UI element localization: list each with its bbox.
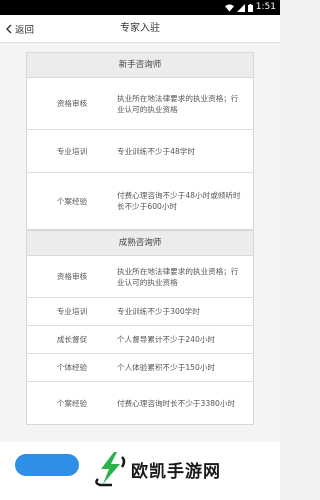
row-label: 资格审核 xyxy=(56,99,88,108)
novice-counselor-card: 新手咨询师 资格审核 执业所在地法律要求的执业资格；行业认可的执业资格 专业培训… xyxy=(26,52,254,230)
table-row: 个案经验 付费心理咨询时长不少于3380小时 xyxy=(27,382,253,424)
signal-icon xyxy=(236,3,245,12)
table-row: 专业培训 专业训练不少于300学时 xyxy=(27,298,253,326)
experienced-counselor-card: 成熟咨询师 资格审核 执业所在地法律要求的执业资格；行业认可的执业资格 专业培训… xyxy=(26,230,254,425)
row-label: 专业培训 xyxy=(56,307,88,316)
row-value: 专业训练不少于300学时 xyxy=(117,307,200,316)
row-label: 成长督促 xyxy=(56,335,88,344)
battery-icon xyxy=(247,3,253,12)
table-row: 资格审核 执业所在地法律要求的执业资格；行业认可的执业资格 xyxy=(27,78,253,130)
row-value: 个人体验累积不少于150小时 xyxy=(117,363,216,372)
status-icons: 1:51 xyxy=(224,0,276,15)
row-label: 个体经验 xyxy=(56,363,88,372)
row-value: 个人督导累计不少于240小时 xyxy=(117,335,216,344)
nav-bar: 返回 专家入驻 xyxy=(0,15,280,43)
promo-banner[interactable]: 欧凯手游网 xyxy=(0,442,280,500)
table-row: 个体经验 个人体验累积不少于150小时 xyxy=(27,354,253,382)
banner-pill-button[interactable] xyxy=(15,454,79,476)
table-row: 资格审核 执业所在地法律要求的执业资格；行业认可的执业资格 xyxy=(27,256,253,298)
row-label: 专业培训 xyxy=(56,146,88,156)
card-title: 新手咨询师 xyxy=(27,53,253,78)
table-row: 专业培训 专业训练不少于48学时 xyxy=(27,130,253,173)
row-label: 个案经验 xyxy=(56,398,88,408)
row-value: 付费心理咨询时长不少于3380小时 xyxy=(117,398,236,408)
okai-logo-icon xyxy=(95,452,126,487)
wifi-icon xyxy=(224,3,234,12)
row-label: 资格审核 xyxy=(56,272,88,281)
status-time: 1:51 xyxy=(255,2,276,12)
table-row: 成长督促 个人督导累计不少于240小时 xyxy=(27,326,253,354)
row-label: 个案经验 xyxy=(56,196,88,206)
card-title: 成熟咨询师 xyxy=(27,231,253,256)
page-title: 专家入驻 xyxy=(120,23,160,34)
banner-text: 欧凯手游网 xyxy=(131,462,221,482)
content-area[interactable]: 新手咨询师 资格审核 执业所在地法律要求的执业资格；行业认可的执业资格 专业培训… xyxy=(0,43,280,500)
row-value: 专业训练不少于48学时 xyxy=(117,146,196,156)
row-value: 执业所在地法律要求的执业资格；行业认可的执业资格 xyxy=(117,266,239,287)
status-bar: 1:51 xyxy=(0,0,280,15)
table-row: 个案经验 付费心理咨询不少于48小时或倾听时长不少于600小时 xyxy=(27,173,253,229)
row-value: 付费心理咨询不少于48小时或倾听时长不少于600小时 xyxy=(117,191,241,211)
row-value: 执业所在地法律要求的执业资格；行业认可的执业资格 xyxy=(117,93,239,114)
